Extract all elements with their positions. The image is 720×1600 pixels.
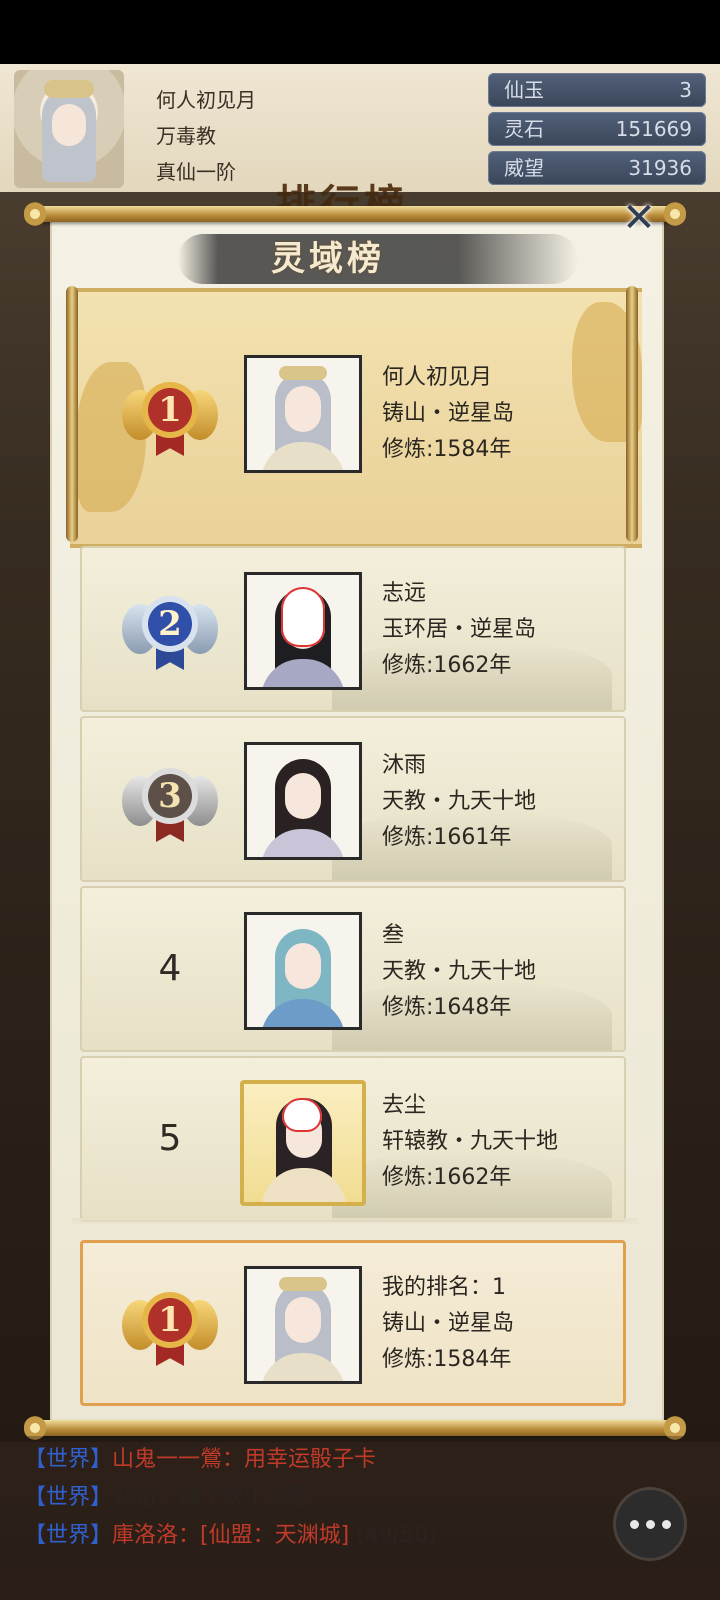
rank-info-1: 何人初见月 铸山・逆星岛 修炼:1584年 — [382, 360, 514, 468]
player-realm: 真仙一阶 — [156, 160, 236, 184]
list-fade — [72, 1218, 638, 1226]
player-location: 轩辕教・九天十地 — [382, 1129, 559, 1154]
chat-message: [仙盟：天渊城] — [200, 1523, 350, 1548]
resource-value: 151669 — [615, 117, 692, 141]
player-name: 去尘 — [382, 1093, 427, 1118]
chat-count: (49/50) — [356, 1523, 437, 1548]
resource-value: 3 — [679, 78, 692, 102]
chat-line: 【世界】庫洛洛：[仙盟：天渊城] (49/50) — [24, 1523, 437, 1548]
status-bar — [0, 0, 720, 64]
chat-line: 【世界】山鬼一一鶯：用幸运骰子卡 — [24, 1447, 377, 1472]
rank-info-5: 去尘 轩辕教・九天十地 修炼:1662年 — [382, 1088, 558, 1196]
medal-rank-number: 1 — [142, 382, 198, 438]
player-portrait[interactable] — [244, 355, 362, 473]
player-location: 铸山・逆星岛 — [382, 401, 515, 426]
my-portrait[interactable] — [244, 1266, 362, 1384]
player-location: 天教・九天十地 — [382, 789, 537, 814]
top-scroll-rod — [24, 202, 686, 226]
medal-rank-number: 1 — [142, 1292, 198, 1348]
player-name: 何人初见月 — [156, 88, 256, 112]
resource-value: 31936 — [628, 156, 692, 180]
my-rank-medal-gold-icon: 1 — [122, 1280, 218, 1376]
chat-sender[interactable]: 刘旬 — [112, 1485, 156, 1510]
chat-channel: 【世界】 — [24, 1447, 113, 1472]
chat-message: 换了快十次图 — [178, 1485, 311, 1510]
chat-bubble-icon[interactable] — [616, 1490, 684, 1558]
player-name: 志远 — [382, 581, 427, 606]
medal-rank-number: 2 — [142, 596, 198, 652]
resource-label: 威望 — [504, 156, 544, 180]
player-name: 叁 — [382, 923, 405, 948]
player-avatar[interactable] — [14, 70, 124, 188]
player-portrait[interactable] — [244, 572, 362, 690]
chat-channel: 【世界】 — [24, 1523, 113, 1548]
my-rank-label: 我的排名：1 — [382, 1275, 506, 1300]
player-cultivation: 修炼:1662年 — [382, 653, 512, 678]
scroll-rod-left — [66, 286, 78, 542]
player-portrait[interactable] — [244, 912, 362, 1030]
resource-label: 仙玉 — [504, 78, 544, 102]
rank-number: 5 — [158, 1118, 182, 1159]
chat-message: 用幸运骰子卡 — [244, 1447, 377, 1472]
chat-channel: 【世界】 — [24, 1485, 113, 1510]
player-cultivation: 修炼:1648年 — [382, 995, 512, 1020]
player-cultivation: 修炼:1584年 — [382, 437, 512, 462]
resource-label: 灵石 — [504, 117, 544, 141]
rank-info-4: 叁 天教・九天十地 修炼:1648年 — [382, 918, 536, 1026]
rank-medal-bronze-icon: 3 — [122, 756, 218, 852]
player-cultivation: 修炼:1662年 — [382, 1165, 512, 1190]
resource-xianyu: 仙玉 3 — [488, 73, 706, 107]
player-name: 何人初见月 — [382, 365, 493, 390]
player-location: 玉环居・逆星岛 — [382, 617, 537, 642]
chat-sender[interactable]: 山鬼一一鶯 — [112, 1447, 222, 1472]
close-icon[interactable]: ✕ — [618, 198, 660, 240]
medal-rank-number: 3 — [142, 768, 198, 824]
player-location: 天教・九天十地 — [382, 959, 537, 984]
modal-title-banner: 灵域榜 — [178, 234, 578, 284]
chat-line: 【世界】刘旬：换了快十次图 — [24, 1485, 311, 1510]
resource-lingshi: 灵石 151669 — [488, 112, 706, 146]
resource-weiwang: 威望 31936 — [488, 151, 706, 185]
modal-title: 灵域榜 — [271, 239, 385, 279]
my-location: 铸山・逆星岛 — [382, 1311, 515, 1336]
my-cultivation: 修炼:1584年 — [382, 1347, 512, 1372]
player-sect: 万毒教 — [156, 124, 216, 148]
rank-number: 4 — [158, 948, 182, 989]
player-name: 沐雨 — [382, 753, 427, 778]
rank-info-2: 志远 玉环居・逆星岛 修炼:1662年 — [382, 576, 536, 684]
bottom-scroll-rod — [24, 1416, 686, 1440]
chat-sender[interactable]: 庫洛洛 — [112, 1523, 178, 1548]
player-portrait[interactable] — [240, 1080, 366, 1206]
rank-info-3: 沐雨 天教・九天十地 修炼:1661年 — [382, 748, 536, 856]
my-rank-info: 我的排名：1 铸山・逆星岛 修炼:1584年 — [382, 1270, 514, 1378]
player-portrait[interactable] — [244, 742, 362, 860]
player-cultivation: 修炼:1661年 — [382, 825, 512, 850]
rank-medal-gold-icon: 1 — [122, 370, 218, 466]
rank-medal-silver-icon: 2 — [122, 584, 218, 680]
scroll-rod-right — [626, 286, 638, 542]
player-info: 何人初见月 万毒教 真仙一阶 — [156, 82, 256, 190]
